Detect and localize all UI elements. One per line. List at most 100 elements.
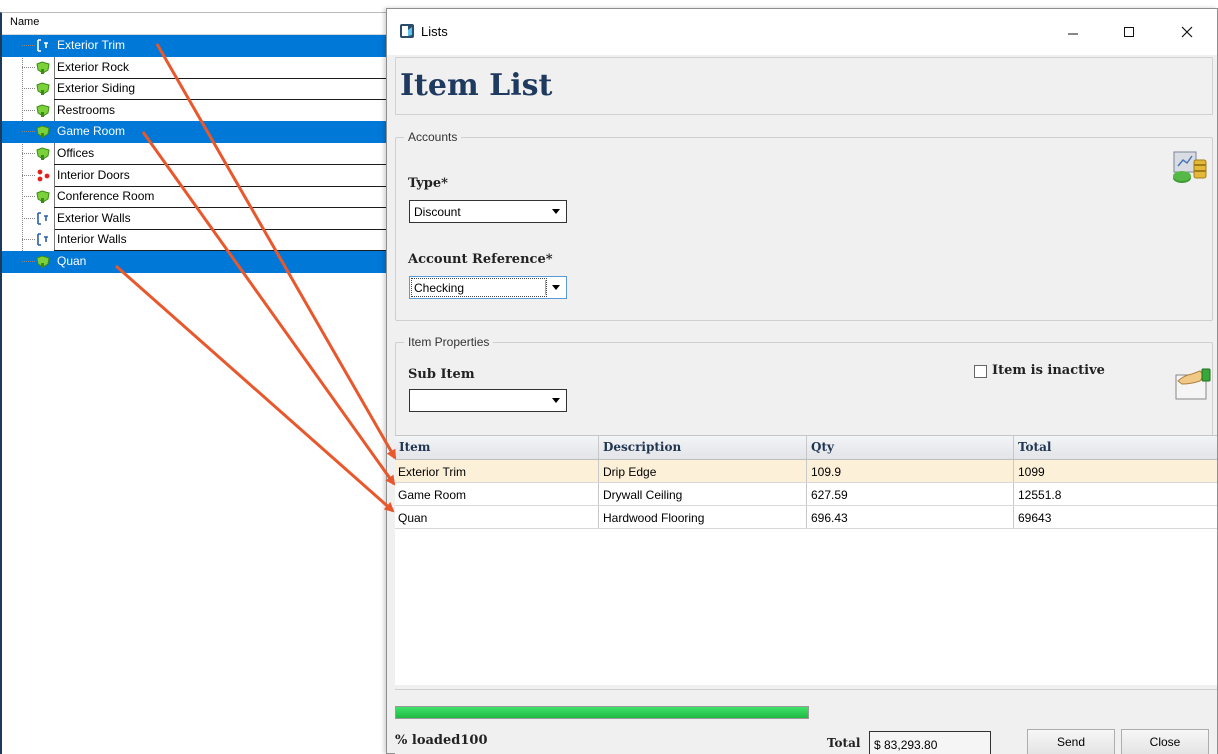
cell-qty[interactable]: 627.59 xyxy=(811,488,848,502)
cell-description[interactable]: Hardwood Flooring xyxy=(603,511,704,525)
table-row[interactable]: Game Room Drywall Ceiling 627.59 12551.8 xyxy=(395,483,1217,506)
tree-branch xyxy=(22,66,35,68)
column-separator xyxy=(1013,460,1014,482)
measure-icon xyxy=(37,233,48,247)
cell-item[interactable]: Quan xyxy=(398,511,427,525)
column-separator xyxy=(54,56,55,79)
tree-branch xyxy=(22,217,35,219)
type-label: Type* xyxy=(408,176,448,191)
cell-item[interactable]: Exterior Trim xyxy=(398,465,466,479)
window-title: Lists xyxy=(421,24,448,39)
column-header-total[interactable]: Total xyxy=(1018,440,1051,454)
tree-item-label: Exterior Siding xyxy=(57,81,136,96)
table-row[interactable]: Exterior Trim Drip Edge 109.9 1099 xyxy=(395,460,1217,483)
send-button[interactable]: Send xyxy=(1027,729,1115,754)
total-field[interactable]: $ 83,293.80 xyxy=(869,731,991,754)
item-properties-group: Item Properties Sub Item Item is inactiv… xyxy=(395,335,1213,437)
tree-item-label: Exterior Trim xyxy=(57,38,126,52)
column-header-qty[interactable]: Qty xyxy=(811,440,834,454)
tree-item-label: Conference Room xyxy=(57,189,155,204)
column-separator xyxy=(598,506,599,528)
maximize-icon xyxy=(1124,27,1134,37)
accounts-icon xyxy=(1173,151,1207,183)
chevron-down-icon[interactable] xyxy=(552,398,560,403)
cell-description[interactable]: Drywall Ceiling xyxy=(603,488,682,502)
cell-item[interactable]: Game Room xyxy=(398,488,466,502)
item-inactive-label[interactable]: Item is inactive xyxy=(992,363,1105,378)
minimize-button[interactable] xyxy=(1051,17,1095,47)
tree-item-label: Game Room xyxy=(57,124,126,139)
column-separator xyxy=(1013,506,1014,528)
account-reference-label: Account Reference* xyxy=(408,252,553,267)
green-area-icon xyxy=(36,61,50,74)
close-window-button[interactable] xyxy=(1165,17,1209,47)
tree-item-exterior-walls[interactable]: Exterior Walls xyxy=(2,207,390,230)
column-separator xyxy=(1013,483,1014,505)
column-separator xyxy=(598,483,599,505)
green-area-icon xyxy=(36,125,50,139)
column-separator xyxy=(806,460,807,482)
tree-item-interior-walls[interactable]: Interior Walls xyxy=(2,229,390,252)
green-area-icon xyxy=(36,82,50,96)
column-header-item[interactable]: Item xyxy=(399,440,431,454)
measure-icon xyxy=(37,39,48,52)
tree-item-label: Interior Doors xyxy=(57,167,130,182)
sub-item-label: Sub Item xyxy=(408,367,475,382)
table-row[interactable]: Quan Hardwood Flooring 696.43 69643 xyxy=(395,506,1217,529)
app-icon xyxy=(400,24,414,38)
tree-item-exterior-trim[interactable]: Exterior Trim xyxy=(2,35,390,57)
total-value: $ 83,293.80 xyxy=(874,738,938,752)
dialog-footer: % loaded100 Total $ 83,293.80 Send Close xyxy=(395,689,1217,754)
column-separator xyxy=(54,164,55,187)
tree-item-label: Interior Walls xyxy=(57,232,127,247)
close-icon xyxy=(1181,26,1193,38)
layer-tree-panel: Name Exterior Trim Exterior Rock Exterio… xyxy=(0,12,390,754)
title-bar[interactable]: Lists xyxy=(387,9,1217,55)
loaded-status-text: % loaded100 xyxy=(395,733,488,748)
column-header-description[interactable]: Description xyxy=(603,440,681,454)
column-separator xyxy=(54,142,55,165)
tree-item-quan[interactable]: Quan xyxy=(2,250,390,273)
type-select[interactable]: Discount xyxy=(409,200,567,223)
tree-item-game-room[interactable]: Game Room xyxy=(2,121,390,143)
account-reference-select[interactable]: Checking xyxy=(409,276,567,299)
cell-qty[interactable]: 109.9 xyxy=(811,465,841,479)
minimize-icon xyxy=(1068,33,1078,35)
measure-icon xyxy=(37,211,48,225)
tree-item-label: Restrooms xyxy=(57,102,116,117)
cell-total[interactable]: 12551.8 xyxy=(1018,488,1061,502)
load-progress-bar xyxy=(395,706,809,719)
tree-branch xyxy=(22,131,35,133)
tree-item-exterior-siding[interactable]: Exterior Siding xyxy=(2,78,390,101)
green-area-icon xyxy=(36,104,50,117)
sub-item-select[interactable] xyxy=(409,389,567,412)
cell-qty[interactable]: 696.43 xyxy=(811,511,848,525)
column-separator xyxy=(54,99,55,122)
maximize-button[interactable] xyxy=(1107,17,1151,47)
close-button[interactable]: Close xyxy=(1121,729,1209,754)
chevron-down-icon[interactable] xyxy=(552,285,560,290)
total-label: Total xyxy=(827,736,861,750)
tree-item-exterior-rock[interactable]: Exterior Rock xyxy=(2,56,390,79)
heading-panel: Item List xyxy=(395,57,1213,115)
tree-item-offices[interactable]: Offices xyxy=(2,142,390,166)
cell-total[interactable]: 1099 xyxy=(1018,465,1045,479)
count-dots-icon xyxy=(37,169,50,181)
cell-total[interactable]: 69643 xyxy=(1018,511,1051,525)
screenshot-stage: Name Exterior Trim Exterior Rock Exterio… xyxy=(0,0,1218,754)
tree-branch xyxy=(22,174,35,176)
cell-description[interactable]: Drip Edge xyxy=(603,465,656,479)
tree-branch xyxy=(22,88,35,90)
items-grid: Item Description Qty Total Exterior Trim… xyxy=(395,435,1217,685)
item-inactive-checkbox[interactable] xyxy=(974,365,987,378)
dropdown-separator xyxy=(545,280,546,295)
tree-item-restrooms[interactable]: Restrooms xyxy=(2,99,390,122)
page-title: Item List xyxy=(400,68,553,103)
tree-column-header[interactable]: Name xyxy=(2,13,390,35)
tree-item-conference-room[interactable]: Conference Room xyxy=(2,186,390,209)
tree-item-label: Exterior Rock xyxy=(57,59,130,74)
column-separator xyxy=(806,436,807,459)
tree-branch xyxy=(22,45,35,46)
tree-item-interior-doors[interactable]: Interior Doors xyxy=(2,164,390,187)
chevron-down-icon[interactable] xyxy=(552,209,560,214)
